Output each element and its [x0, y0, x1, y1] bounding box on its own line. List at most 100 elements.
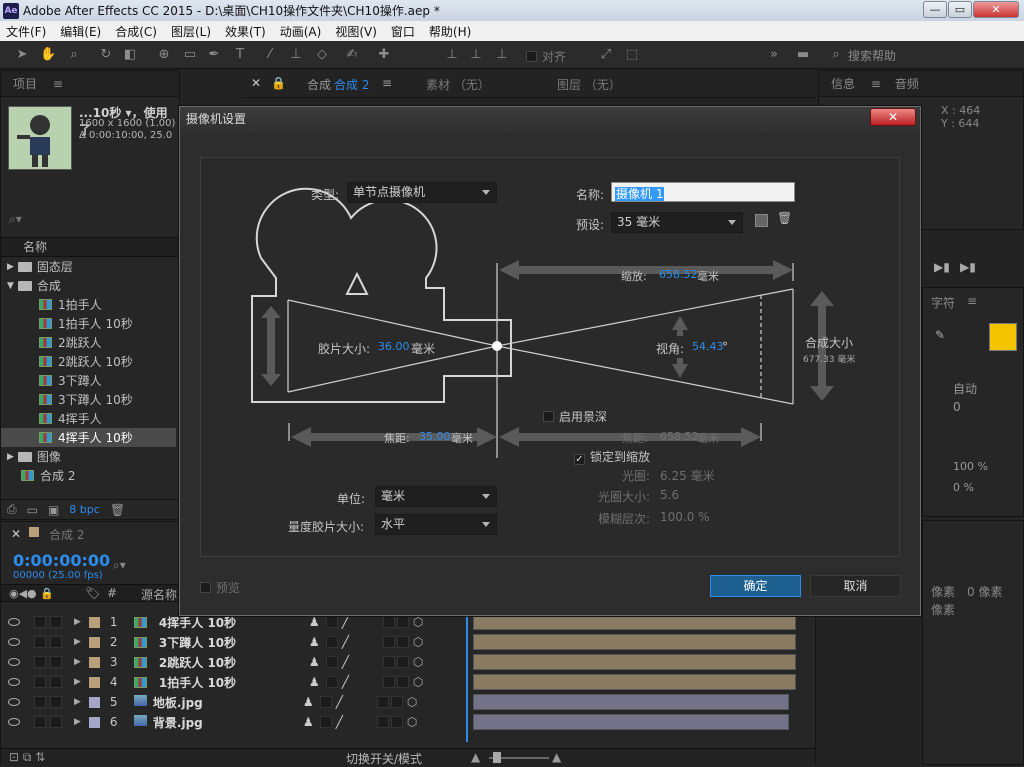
lock-toggle[interactable] [50, 696, 62, 708]
expand-triangle-icon[interactable]: ▶ [74, 717, 81, 727]
focal-length-value[interactable]: 35.00 [419, 430, 451, 443]
interpret-footage-icon[interactable]: ⎙ [7, 502, 17, 517]
layer-source-name[interactable]: 3下蹲人 10秒 [159, 634, 309, 651]
eye-icon[interactable] [8, 718, 20, 726]
character-tab[interactable]: 字符 [931, 294, 955, 311]
project-item-selected[interactable]: 4挥手人 10秒 [1, 428, 176, 447]
axis-world-icon[interactable]: ⊥ [468, 47, 484, 63]
next-frame-icon[interactable]: ▶▮ [960, 260, 976, 274]
minimize-button[interactable]: — [923, 1, 947, 18]
panel-menu-icon[interactable]: ≡ [53, 77, 63, 91]
project-item[interactable]: 2跳跃人 10秒 [1, 352, 176, 371]
film-size-value[interactable]: 36.00 [378, 340, 410, 353]
menu-help[interactable]: 帮助(H) [429, 23, 471, 40]
lock-toggle[interactable] [50, 616, 62, 628]
vertical-scale-value[interactable]: 100 % [953, 460, 988, 473]
toggle-switches-modes[interactable]: 切换开关/模式 [346, 750, 422, 767]
project-item[interactable]: 合成 2 [1, 466, 176, 485]
enable-dof-checkbox[interactable]: 启用景深 [543, 408, 607, 425]
3d-layer-icon[interactable]: ⬡ [413, 615, 423, 629]
zoom-value[interactable]: 658.52 [659, 268, 698, 281]
info-tab[interactable]: 信息 [831, 77, 855, 91]
zoom-tool-icon[interactable]: ⌕ [66, 47, 82, 63]
pan-behind-tool-icon[interactable]: ⊕ [156, 47, 172, 63]
project-item[interactable]: 3下蹲人 10秒 [1, 390, 176, 409]
adjustment-switch[interactable] [390, 716, 403, 728]
new-folder-icon[interactable]: ▭ [27, 503, 38, 517]
motion-blur-switch[interactable] [382, 676, 395, 688]
menu-window[interactable]: 窗口 [391, 23, 415, 40]
close-tab-icon[interactable]: ✕ [251, 76, 261, 90]
layer-duration-bar[interactable] [473, 714, 789, 730]
project-item[interactable]: ▶ 固态层 [1, 257, 176, 276]
selection-tool-icon[interactable]: ➤ [14, 47, 30, 63]
solo-toggle[interactable] [34, 636, 46, 648]
time-indicator[interactable] [466, 612, 468, 742]
solo-toggle[interactable] [34, 676, 46, 688]
project-item[interactable]: ▶ 图像 [1, 447, 176, 466]
project-item[interactable]: 4挥手人 [1, 409, 176, 428]
adjustment-switch[interactable] [396, 616, 409, 628]
menu-layer[interactable]: 图层(L) [171, 23, 211, 40]
trash-icon[interactable]: 🗑 [110, 503, 125, 517]
quality-switch-icon[interactable]: ╱ [342, 635, 349, 649]
solo-toggle[interactable] [34, 696, 46, 708]
quality-switch-icon[interactable]: ╱ [336, 695, 343, 709]
panel-menu-icon[interactable]: ≡ [871, 77, 881, 91]
pen-tool-icon[interactable]: ✒ [206, 47, 222, 63]
name-column-header[interactable]: 名称 [1, 237, 179, 257]
eye-icon[interactable] [8, 658, 20, 666]
new-comp-icon[interactable]: ▣ [48, 503, 59, 517]
search-help-input[interactable]: 搜索帮助 [848, 47, 896, 64]
shy-switch-icon[interactable]: ♟ [309, 675, 320, 689]
label-color[interactable] [88, 616, 100, 628]
motion-blur-switch[interactable] [382, 636, 395, 648]
collapse-switch[interactable] [325, 616, 338, 628]
current-time-display[interactable]: 0:00:00:00 [13, 551, 110, 570]
comp-tab-name[interactable]: 合成 2 [334, 76, 369, 93]
close-timeline-icon[interactable]: ✕ [11, 527, 21, 541]
layer-source-name[interactable]: 1拍手人 10秒 [159, 674, 309, 691]
3d-layer-icon[interactable]: ⬡ [413, 675, 423, 689]
rectangle-tool-icon[interactable]: ▭ [182, 47, 198, 63]
3d-layer-icon[interactable]: ⬡ [407, 715, 417, 729]
layer-source-name[interactable]: 背景.jpg [153, 714, 303, 731]
zoom-slider-thumb[interactable] [493, 752, 501, 763]
eye-icon[interactable] [8, 678, 20, 686]
timeline-toggle-icons[interactable]: ⊡ ⧉ ⇅ [9, 750, 45, 765]
label-color[interactable] [88, 676, 100, 688]
layer-duration-bar[interactable] [473, 674, 796, 690]
layer-duration-bar[interactable] [473, 694, 789, 710]
layer-row[interactable]: ▶ 6 背景.jpg ♟ ╱ ⬡ [1, 712, 466, 732]
window-close-button[interactable]: ✕ [973, 1, 1019, 18]
camera-type-select[interactable]: 单节点摄像机 [347, 182, 497, 203]
label-color[interactable] [88, 636, 100, 648]
axis-local-icon[interactable]: ⊥ [444, 47, 460, 63]
snapping-toggle[interactable]: 对齐 [526, 48, 566, 65]
lock-toggle[interactable] [50, 716, 62, 728]
solo-toggle[interactable] [34, 656, 46, 668]
zoom-in-icon[interactable]: ▲ [552, 750, 561, 764]
angle-of-view-value[interactable]: 54.43 [692, 340, 724, 353]
baseline-shift-value[interactable]: 0 % [953, 481, 974, 494]
kerning-value[interactable]: 0 [953, 400, 961, 414]
play-icon[interactable]: ▶▮ [934, 260, 950, 274]
rotate-tool-icon[interactable]: ↻ [98, 47, 114, 63]
footage-tab[interactable]: 素材 （无） [426, 76, 490, 93]
solo-toggle[interactable] [34, 616, 46, 628]
collapse-switch[interactable] [325, 636, 338, 648]
collapse-switch[interactable] [319, 716, 332, 728]
motion-blur-switch[interactable] [382, 656, 395, 668]
units-select[interactable]: 毫米 [375, 486, 497, 507]
menu-animation[interactable]: 动画(A) [280, 23, 322, 40]
layer-row[interactable]: ▶ 5 地板.jpg ♟ ╱ ⬡ [1, 692, 466, 712]
adjustment-switch[interactable] [396, 676, 409, 688]
workspace-icon[interactable]: ▬ [795, 47, 811, 63]
project-item[interactable]: 3下蹲人 [1, 371, 176, 390]
eye-icon[interactable] [8, 698, 20, 706]
indent-value-3[interactable]: 像素 [931, 601, 955, 618]
shy-switch-icon[interactable]: ♟ [309, 635, 320, 649]
adjustment-switch[interactable] [390, 696, 403, 708]
type-tool-icon[interactable]: T [232, 47, 248, 63]
brush-tool-icon[interactable]: ⁄ [262, 47, 278, 63]
